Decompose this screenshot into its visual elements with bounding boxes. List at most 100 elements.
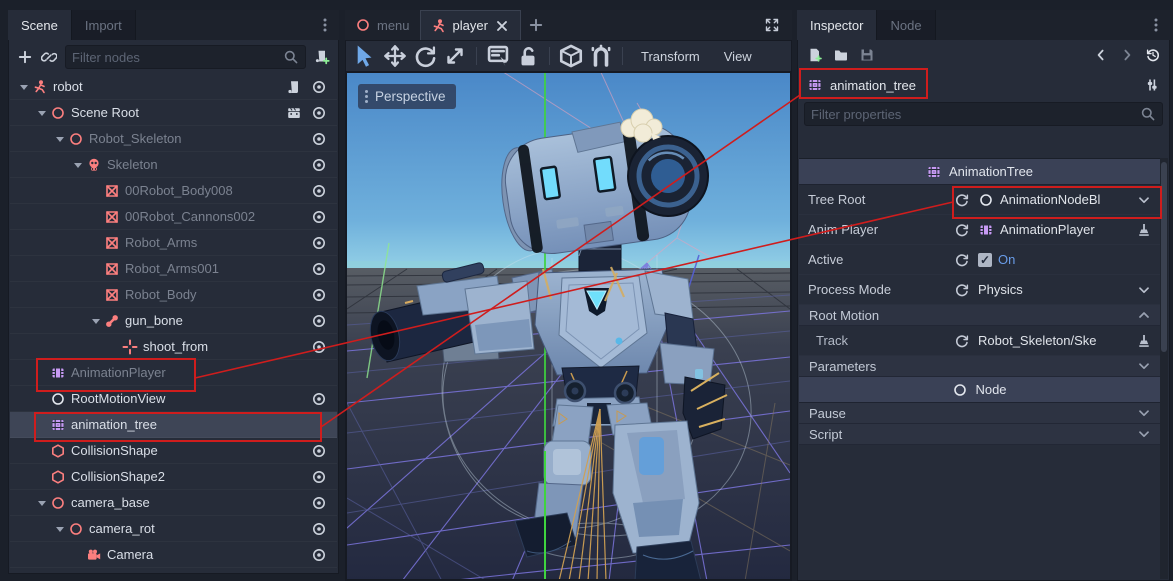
property-value[interactable]: Physics	[978, 282, 1151, 297]
expand-icon[interactable]	[1136, 358, 1152, 374]
visibility-eye-icon[interactable]	[311, 209, 327, 225]
dock-menu-icon[interactable]	[315, 10, 335, 40]
new-resource-button[interactable]	[807, 47, 823, 63]
checkbox[interactable]: ✓	[978, 253, 992, 267]
tree-node-collisionshape[interactable]: CollisionShape	[10, 438, 337, 464]
edit-value-icon[interactable]	[1136, 333, 1152, 349]
history-icon[interactable]	[1145, 47, 1161, 63]
visibility-eye-icon[interactable]	[311, 287, 327, 303]
tree-node-robot[interactable]: robot	[10, 74, 337, 100]
visibility-eye-icon[interactable]	[311, 105, 327, 121]
revert-icon[interactable]	[954, 252, 970, 268]
section-script[interactable]: Script	[799, 424, 1160, 445]
category-node[interactable]: Node	[799, 377, 1160, 403]
tree-node-00robot-body008[interactable]: 00Robot_Body008	[10, 178, 337, 204]
menu-transform[interactable]: Transform	[631, 49, 710, 64]
tree-node-skeleton[interactable]: Skeleton	[10, 152, 337, 178]
expand-icon[interactable]	[1136, 405, 1152, 421]
tree-node-camera[interactable]: Camera	[10, 542, 337, 568]
dock-menu-icon[interactable]	[1146, 10, 1166, 40]
tool-snap-button[interactable]	[588, 44, 614, 68]
edit-value-icon[interactable]	[1136, 222, 1152, 238]
tab-import[interactable]: Import	[72, 10, 136, 40]
visibility-eye-icon[interactable]	[311, 235, 327, 251]
expand-arrow-icon[interactable]	[16, 79, 32, 95]
tree-node-robot-body[interactable]: Robot_Body	[10, 282, 337, 308]
tab-node[interactable]: Node	[877, 10, 935, 40]
tree-node-animation-tree[interactable]: animation_tree	[10, 412, 337, 438]
scene-tab-menu[interactable]: menu	[345, 10, 420, 40]
tree-node-robot-arms001[interactable]: Robot_Arms001	[10, 256, 337, 282]
tree-node-camera-base[interactable]: camera_base	[10, 490, 337, 516]
script-badge-icon[interactable]	[286, 79, 302, 95]
load-resource-button[interactable]	[833, 47, 849, 63]
tree-node-animationplayer[interactable]: AnimationPlayer	[10, 360, 337, 386]
category-animationtree[interactable]: AnimationTree	[799, 159, 1160, 185]
close-icon[interactable]	[494, 18, 510, 34]
revert-icon[interactable]	[954, 192, 970, 208]
property-value[interactable]: ✓On	[978, 252, 1151, 267]
visibility-eye-icon[interactable]	[311, 521, 327, 537]
section-pause[interactable]: Pause	[799, 403, 1160, 424]
filter-nodes-input[interactable]: Filter nodes	[65, 45, 306, 69]
tree-node-00robot-cannons002[interactable]: 00Robot_Cannons002	[10, 204, 337, 230]
tool-select-button[interactable]	[352, 44, 378, 68]
new-scene-tab-button[interactable]	[521, 10, 551, 40]
property-value[interactable]: Robot_Skeleton/Ske	[978, 333, 1151, 348]
expand-arrow-icon[interactable]	[52, 131, 68, 147]
tool-scale-button[interactable]	[442, 44, 468, 68]
tool-rotate-button[interactable]	[412, 44, 438, 68]
3d-viewport[interactable]: Perspective	[345, 72, 792, 581]
tree-node-robot-skeleton[interactable]: Robot_Skeleton	[10, 126, 337, 152]
tree-node-camera-rot[interactable]: camera_rot	[10, 516, 337, 542]
tree-node-scene-root[interactable]: Scene Root	[10, 100, 337, 126]
visibility-eye-icon[interactable]	[311, 391, 327, 407]
menu-view[interactable]: View	[714, 49, 762, 64]
expand-viewport-icon[interactable]	[760, 10, 784, 40]
tool-group-button[interactable]	[558, 44, 584, 68]
scene-tab-player[interactable]: player	[420, 10, 521, 40]
visibility-eye-icon[interactable]	[311, 313, 327, 329]
tree-node-robot-arms[interactable]: Robot_Arms	[10, 230, 337, 256]
section-root-motion[interactable]: Root Motion	[799, 305, 1160, 326]
visibility-eye-icon[interactable]	[311, 261, 327, 277]
revert-icon[interactable]	[954, 282, 970, 298]
history-back-icon[interactable]	[1093, 47, 1109, 63]
object-tools-icon[interactable]	[1144, 77, 1160, 93]
expand-arrow-icon[interactable]	[34, 105, 50, 121]
history-forward-icon[interactable]	[1119, 47, 1135, 63]
add-node-button[interactable]	[17, 49, 33, 65]
expand-arrow-icon[interactable]	[52, 521, 68, 537]
tree-node-gun-bone[interactable]: gun_bone	[10, 308, 337, 334]
visibility-eye-icon[interactable]	[311, 339, 327, 355]
visibility-eye-icon[interactable]	[311, 79, 327, 95]
expand-icon[interactable]	[1136, 426, 1152, 442]
collapse-icon[interactable]	[1136, 307, 1152, 323]
tree-node-rootmotionview[interactable]: RootMotionView	[10, 386, 337, 412]
tab-scene[interactable]: Scene	[8, 10, 72, 40]
expand-arrow-icon[interactable]	[34, 495, 50, 511]
filter-properties-input[interactable]: Filter properties	[804, 102, 1163, 126]
save-resource-button[interactable]	[859, 47, 875, 63]
inspector-scrollbar[interactable]	[1160, 158, 1168, 579]
tree-node-shoot-from[interactable]: shoot_from	[10, 334, 337, 360]
tool-move-button[interactable]	[382, 44, 408, 68]
expand-arrow-icon[interactable]	[88, 313, 104, 329]
dropdown-icon[interactable]	[1136, 192, 1152, 208]
expand-arrow-icon[interactable]	[70, 157, 86, 173]
property-value[interactable]: AnimationNodeBl	[978, 192, 1151, 208]
revert-icon[interactable]	[954, 333, 970, 349]
section-parameters[interactable]: Parameters	[799, 356, 1160, 377]
tool-unlock-button[interactable]	[515, 44, 541, 68]
visibility-eye-icon[interactable]	[311, 495, 327, 511]
perspective-menu[interactable]: Perspective	[358, 84, 456, 109]
tab-inspector[interactable]: Inspector	[797, 10, 877, 40]
visibility-eye-icon[interactable]	[311, 131, 327, 147]
tool-list-select-button[interactable]	[485, 44, 511, 68]
instance-scene-button[interactable]	[41, 49, 57, 65]
clapper-badge-icon[interactable]	[286, 105, 302, 121]
tree-node-collisionshape2[interactable]: CollisionShape2	[10, 464, 337, 490]
visibility-eye-icon[interactable]	[311, 157, 327, 173]
revert-icon[interactable]	[954, 222, 970, 238]
visibility-eye-icon[interactable]	[311, 443, 327, 459]
